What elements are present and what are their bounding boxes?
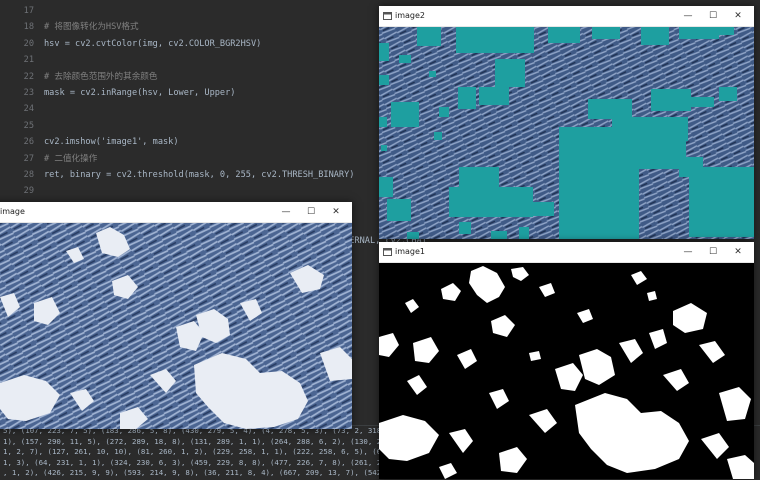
window-image2-title: image2 [395,11,426,20]
code-line[interactable]: 20 hsv = cv2.cvtColor(img, cv2.COLOR_BGR2… [0,37,262,51]
close-button[interactable]: ✕ [726,242,750,262]
close-button[interactable]: ✕ [324,202,348,222]
image-canvas [0,223,352,429]
minimize-button[interactable]: — [676,242,700,262]
window-icon [383,248,392,256]
code-line[interactable]: 27 # 二值化操作 [0,152,98,166]
code-line[interactable]: 28 ret, binary = cv2.threshold(mask, 0, 2… [0,168,355,182]
line-number: 27 [23,153,34,164]
window-image1-title: image1 [395,247,426,256]
line-number: 18 [23,22,34,33]
code-line[interactable]: 23 mask = cv2.inRange(hsv, Lower, Upper) [0,86,236,100]
line-number: 23 [23,88,34,98]
line-number: 21 [23,55,34,66]
code-line[interactable]: 24 [0,102,44,116]
maximize-button[interactable]: ☐ [701,242,725,262]
window-image-title: image [0,207,25,216]
code-text: mask = cv2.inRange(hsv, Lower, Upper) [44,88,236,98]
window-image1[interactable]: image1 — ☐ ✕ [379,242,754,479]
code-line[interactable]: 25 [0,119,44,133]
window-image2-titlebar[interactable]: image2 — ☐ ✕ [379,6,754,27]
minimize-button[interactable]: — [274,202,298,222]
maximize-button[interactable]: ☐ [701,6,725,26]
code-text: hsv = cv2.cvtColor(img, cv2.COLOR_BGR2HS… [44,38,262,49]
maximize-button[interactable]: ☐ [299,202,323,222]
minimize-button[interactable]: — [676,6,700,26]
window-image1-titlebar[interactable]: image1 — ☐ ✕ [379,242,754,263]
line-number: 20 [23,38,34,49]
line-number: 28 [23,170,34,180]
line-number: 17 [23,6,34,16]
close-button[interactable]: ✕ [726,6,750,26]
code-line[interactable]: 22 # 去除颜色范围外的其余颜色 [0,70,158,84]
code-text: cv2.imshow('image1', mask) [44,137,179,148]
image2-canvas [379,27,754,239]
code-text: # 去除颜色范围外的其余颜色 [44,71,158,82]
line-number: 26 [23,137,34,148]
line-number: 22 [23,71,34,82]
window-icon [383,12,392,20]
code-line[interactable]: 21 [0,53,44,67]
image1-canvas [379,263,754,479]
window-image-titlebar[interactable]: image — ☐ ✕ [0,202,352,223]
code-text: # 二值化操作 [44,153,98,164]
window-image2[interactable]: image2 — ☐ ✕ [379,6,754,239]
code-line[interactable]: 29 [0,184,44,198]
line-number: 25 [23,120,34,131]
code-line[interactable]: 18 # 将图像转化为HSV格式 [0,20,139,34]
code-line[interactable]: 17 [0,4,44,18]
line-number: 24 [23,104,34,115]
code-text: # 将图像转化为HSV格式 [44,22,139,33]
line-number: 29 [23,186,34,197]
code-text: ret, binary = cv2.threshold(mask, 0, 255… [44,170,355,180]
code-line[interactable]: 26 cv2.imshow('image1', mask) [0,135,179,149]
window-image[interactable]: image — ☐ ✕ [0,202,352,429]
